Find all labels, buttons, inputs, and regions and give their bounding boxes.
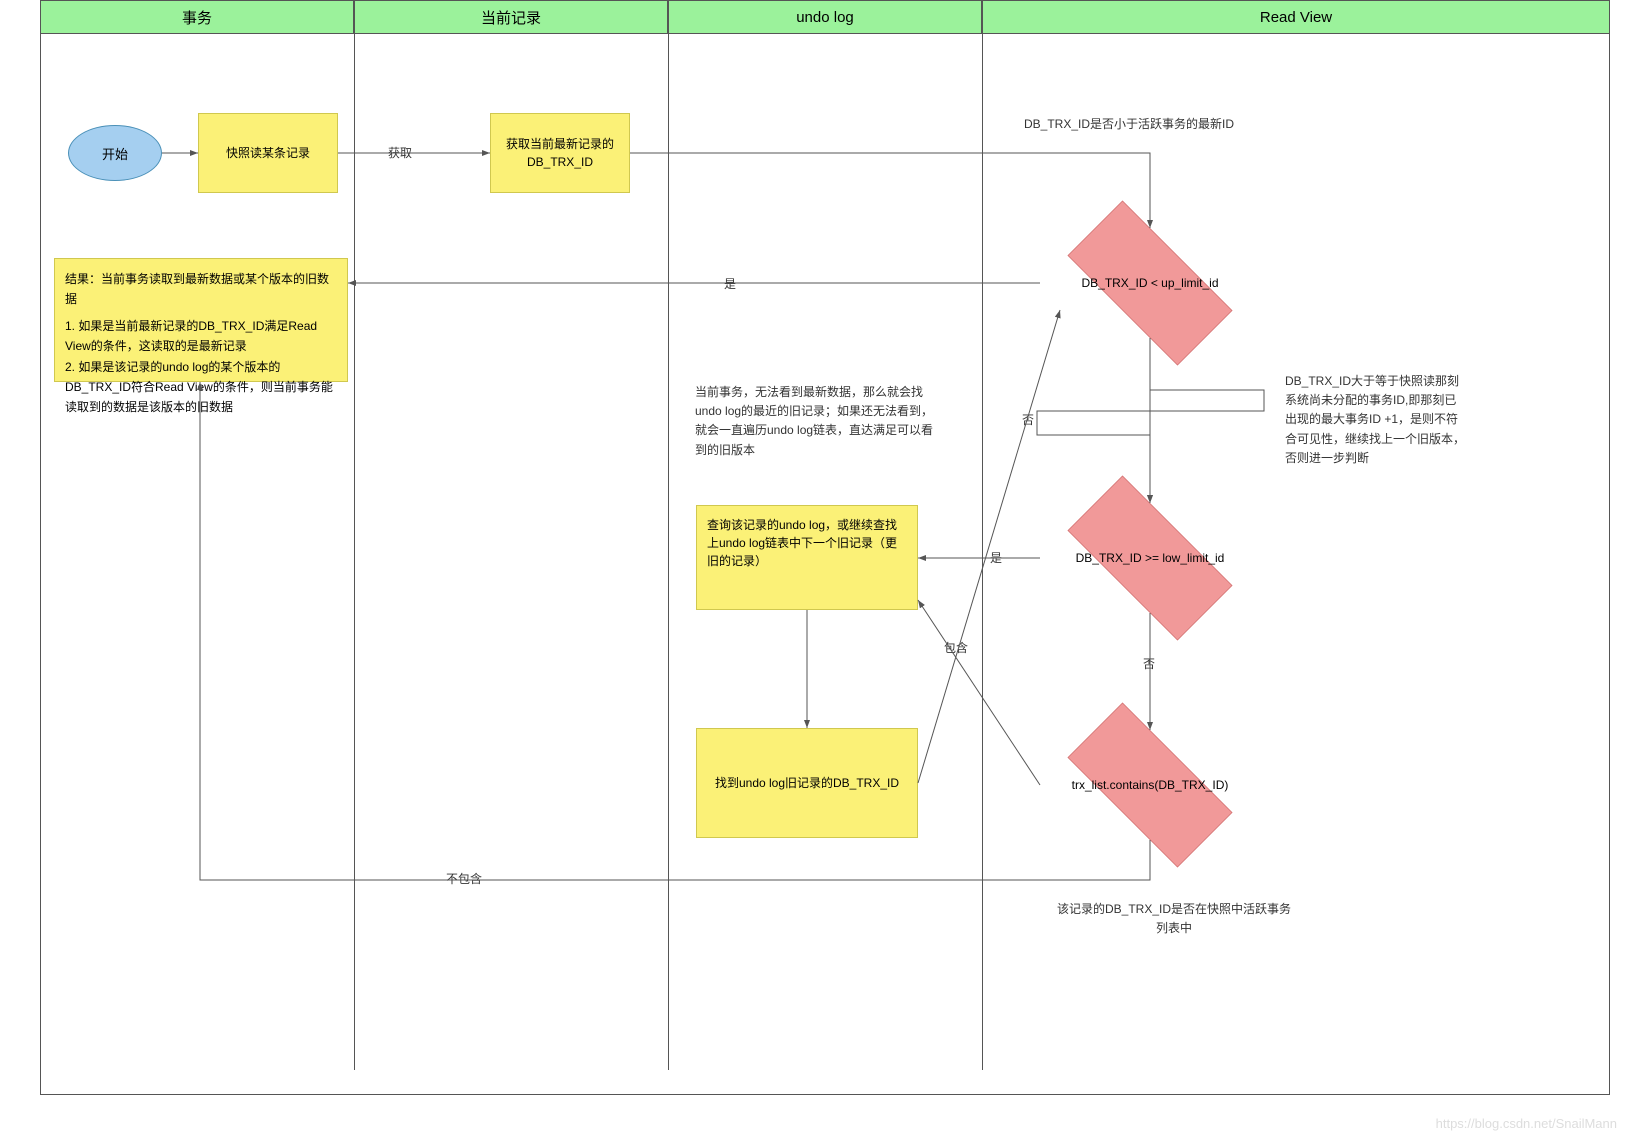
start-node: 开始	[68, 125, 162, 181]
edge-label-yes-2: 是	[990, 549, 1002, 566]
lane-header-1: 事务	[40, 0, 354, 34]
lane-header-2: 当前记录	[354, 0, 668, 34]
snapshot-read-box: 快照读某条记录	[198, 113, 338, 193]
edge-label-no-1: 否	[1022, 411, 1034, 428]
lane-header-3: undo log	[668, 0, 982, 34]
lane-divider-2	[668, 34, 669, 1070]
annotation-3: 该记录的DB_TRX_ID是否在快照中活跃事务列表中	[1054, 900, 1294, 938]
edge-label-yes-1: 是	[724, 275, 736, 292]
decision-low-limit-label: DB_TRX_ID >= low_limit_id	[1040, 503, 1260, 613]
decision-trx-contains-label: trx_list.contains(DB_TRX_ID)	[1040, 730, 1260, 840]
decision-trx-contains: trx_list.contains(DB_TRX_ID)	[1040, 730, 1260, 840]
watermark: https://blog.csdn.net/SnailMann	[1436, 1116, 1617, 1131]
result-item-2: 2. 如果是该记录的undo log的某个版本的DB_TRX_ID符合Read …	[65, 357, 337, 418]
edge-label-get: 获取	[388, 144, 412, 161]
undo-found-box: 找到undo log旧记录的DB_TRX_ID	[696, 728, 918, 838]
lane-divider-3	[982, 34, 983, 1070]
annotation-2: DB_TRX_ID大于等于快照读那刻系统尚未分配的事务ID,即那刻已出现的最大事…	[1285, 372, 1465, 468]
annotation-1: DB_TRX_ID是否小于活跃事务的最新ID	[1024, 115, 1284, 132]
result-box: 结果：当前事务读取到最新数据或某个版本的旧数据 1. 如果是当前最新记录的DB_…	[54, 258, 348, 382]
undo-query-box: 查询该记录的undo log，或继续查找上undo log链表中下一个旧记录（更…	[696, 505, 918, 610]
result-title: 结果：当前事务读取到最新数据或某个版本的旧数据	[65, 269, 337, 310]
decision-low-limit: DB_TRX_ID >= low_limit_id	[1040, 503, 1260, 613]
lane-header-4: Read View	[982, 0, 1610, 34]
edge-label-contains: 包含	[944, 639, 968, 656]
diagram-canvas: 事务 当前记录 undo log Read View 开始 快照读某条记录 获取…	[0, 0, 1647, 1141]
decision-up-limit-label: DB_TRX_ID < up_limit_id	[1040, 228, 1260, 338]
lane-divider-1	[354, 34, 355, 1070]
result-item-1: 1. 如果是当前最新记录的DB_TRX_ID满足Read View的条件，这读取…	[65, 316, 337, 357]
decision-up-limit: DB_TRX_ID < up_limit_id	[1040, 228, 1260, 338]
edge-label-no-2: 否	[1143, 655, 1155, 672]
annotation-4: 当前事务，无法看到最新数据，那么就会找undo log的最近的旧记录；如果还无法…	[695, 383, 935, 460]
edge-label-not-contains: 不包含	[446, 870, 482, 887]
get-trx-id-box: 获取当前最新记录的 DB_TRX_ID	[490, 113, 630, 193]
